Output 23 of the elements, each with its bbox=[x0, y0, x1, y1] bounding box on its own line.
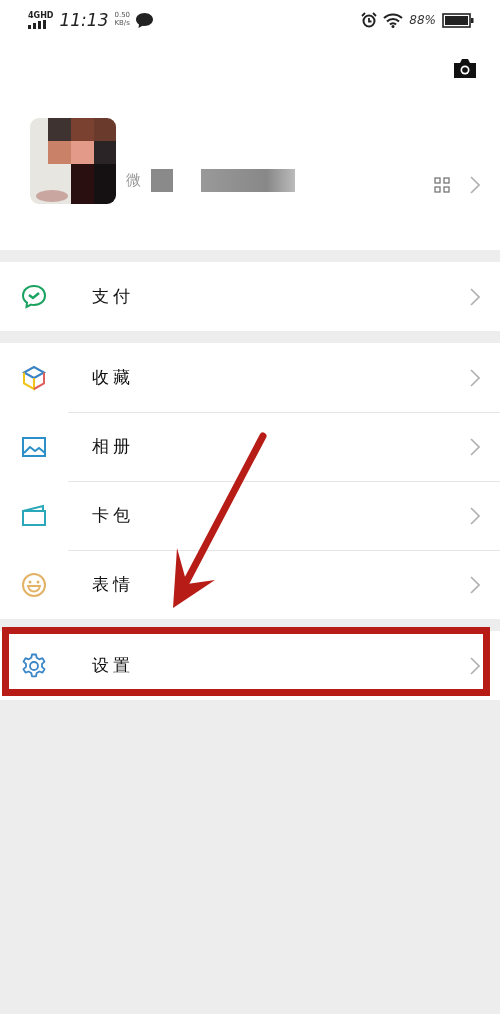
chevron-icon bbox=[470, 656, 480, 675]
chevron-icon bbox=[470, 287, 480, 306]
wifi-icon bbox=[383, 12, 404, 28]
battery-percent: 88% bbox=[409, 13, 436, 27]
camera-icon[interactable] bbox=[452, 58, 478, 79]
chevron-icon bbox=[470, 176, 480, 194]
chevron-icon bbox=[470, 575, 480, 594]
settings-icon bbox=[20, 651, 48, 680]
alarm-icon bbox=[361, 12, 378, 28]
chat-check-icon bbox=[20, 282, 48, 311]
battery-icon bbox=[442, 12, 474, 28]
chevron-icon bbox=[470, 368, 480, 387]
redaction-block bbox=[151, 169, 173, 192]
wechat-id-label: 微 bbox=[126, 171, 141, 190]
cube-icon bbox=[20, 363, 48, 392]
qr-code-icon[interactable] bbox=[434, 177, 450, 193]
clock: 11:13 bbox=[59, 10, 109, 30]
chevron-icon bbox=[470, 506, 480, 525]
signal-icon bbox=[28, 19, 46, 29]
smiley-icon bbox=[20, 570, 48, 599]
message-icon bbox=[136, 12, 154, 28]
chevron-icon bbox=[470, 437, 480, 456]
network-type: 4GHD bbox=[28, 11, 54, 20]
